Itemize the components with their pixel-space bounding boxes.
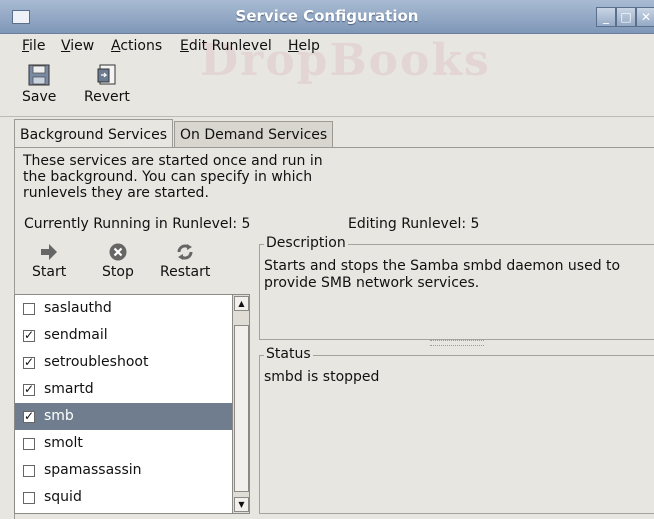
revert-label: Revert — [84, 89, 130, 105]
scroll-up-icon[interactable]: ▲ — [234, 296, 249, 311]
stop-icon — [109, 243, 127, 261]
menu-edit-runlevel[interactable]: Edit Runlevel — [180, 38, 272, 54]
service-checkbox[interactable] — [23, 438, 35, 450]
start-arrow-icon — [41, 244, 58, 260]
checkmark-icon: ✓ — [24, 409, 35, 423]
services-scrollbar[interactable]: ▲ ▼ — [232, 294, 250, 514]
status-legend: Status — [264, 346, 313, 362]
stop-label: Stop — [102, 264, 134, 280]
list-item[interactable]: saslauthd — [15, 295, 233, 322]
title-bar[interactable]: Service Configuration _ □ ✕ — [0, 0, 654, 34]
start-label: Start — [32, 264, 67, 280]
stop-button[interactable]: Stop — [102, 242, 134, 280]
window-title: Service Configuration — [235, 7, 419, 25]
revert-button[interactable]: Revert — [84, 63, 130, 105]
revert-document-icon — [97, 64, 116, 85]
toolbar-separator — [0, 116, 654, 117]
menu-view[interactable]: View — [61, 38, 94, 54]
service-checkbox[interactable] — [23, 303, 35, 315]
start-button[interactable]: Start — [32, 242, 66, 280]
intro-text: These services are started once and run … — [23, 153, 323, 201]
save-button[interactable]: Save — [22, 63, 56, 105]
checkmark-icon: ✓ — [24, 382, 35, 396]
description-text: Starts and stops the Samba smbd daemon u… — [264, 258, 621, 291]
list-item[interactable]: spamassassin — [15, 457, 233, 484]
description-frame: Description Starts and stops the Samba s… — [259, 235, 654, 340]
list-item[interactable]: ✓ setroubleshoot — [15, 349, 233, 376]
description-legend: Description — [264, 235, 348, 251]
editing-runlevel-label: Editing Runlevel: 5 — [348, 216, 480, 232]
restart-button[interactable]: Restart — [160, 242, 210, 280]
minimize-button[interactable]: _ — [596, 7, 616, 27]
list-item[interactable]: squid — [15, 484, 233, 511]
status-frame: Status smbd is stopped — [259, 346, 654, 514]
maximize-button[interactable]: □ — [616, 7, 636, 27]
services-list[interactable]: saslauthd ✓ sendmail ✓ setroubleshoot ✓ … — [14, 294, 234, 514]
list-item[interactable]: smolt — [15, 430, 233, 457]
list-item[interactable]: ✓ sendmail — [15, 322, 233, 349]
current-runlevel-label: Currently Running in Runlevel: 5 — [24, 216, 251, 232]
restart-label: Restart — [160, 264, 211, 280]
menu-actions[interactable]: Actions — [111, 38, 162, 54]
scroll-down-icon[interactable]: ▼ — [234, 497, 249, 512]
scroll-thumb[interactable] — [234, 325, 249, 492]
list-item[interactable]: ✓ smartd — [15, 376, 233, 403]
restart-icon — [177, 244, 193, 260]
service-checkbox[interactable] — [23, 465, 35, 477]
tab-background-services[interactable]: Background Services — [14, 119, 174, 148]
service-toolbar: Start Stop Restart — [14, 240, 242, 290]
floppy-disk-icon — [28, 64, 50, 86]
service-configuration-window: Service Configuration _ □ ✕ DropBooks Fi… — [0, 0, 654, 519]
checkmark-icon: ✓ — [24, 328, 35, 342]
save-label: Save — [22, 89, 57, 105]
menu-bar: File View Actions Edit Runlevel Help — [0, 34, 654, 60]
pane-resize-grip[interactable] — [430, 340, 484, 346]
main-toolbar: Save Revert — [0, 61, 654, 115]
service-checkbox[interactable] — [23, 492, 35, 504]
close-button[interactable]: ✕ — [636, 7, 654, 27]
tab-on-demand-services[interactable]: On Demand Services — [174, 121, 334, 148]
checkmark-icon: ✓ — [24, 355, 35, 369]
status-text: smbd is stopped — [264, 369, 380, 385]
menu-help[interactable]: Help — [288, 38, 320, 54]
menu-file[interactable]: File — [22, 38, 45, 54]
list-item-selected[interactable]: ✓ smb — [15, 403, 233, 430]
